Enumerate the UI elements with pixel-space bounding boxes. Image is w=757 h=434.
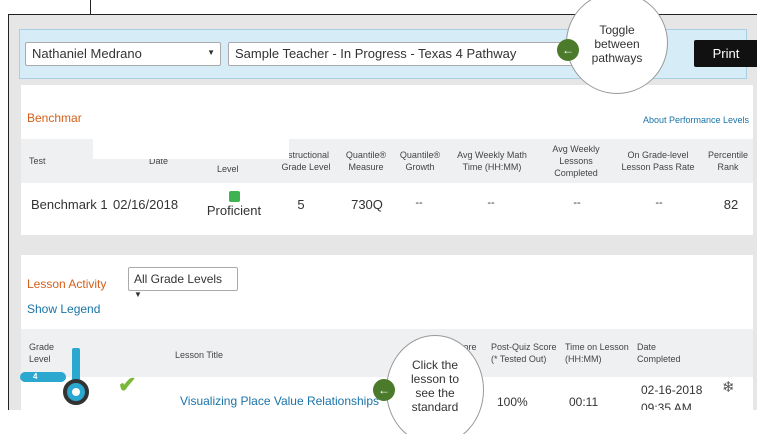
callout-toggle-line1: Toggle — [599, 23, 635, 37]
grade-level-marker-circle — [63, 379, 89, 405]
chevron-down-icon: ▼ — [207, 48, 215, 57]
th-quantile-line1: Quantile® — [345, 150, 387, 160]
grade-level-filter-value: All Grade Levels — [134, 272, 223, 286]
th-lessons-line3: Completed — [554, 168, 598, 178]
th-pass-line2: Lesson Pass Rate — [621, 162, 695, 172]
cell-pass-rate: -- — [655, 197, 663, 209]
cell-date: 02/16/2018 — [113, 197, 179, 212]
redaction-box — [93, 127, 289, 159]
th-avg-weekly-lessons: Avg Weekly Lessons Completed — [541, 143, 611, 179]
cell-test: Benchmark 1 — [31, 197, 108, 212]
th-grade-line2: Level — [29, 354, 51, 364]
th-percentile-rank: Percentile Rank — [705, 149, 751, 173]
th-quantile-measure: Quantile® Measure — [339, 149, 393, 173]
performance-level-indicator — [229, 191, 240, 202]
th-growth-line1: Quantile® — [399, 150, 441, 160]
th-grade-line1: Grade — [29, 342, 55, 352]
grade-level-value: 4 — [33, 372, 38, 381]
callout-lesson-line1: Click the — [411, 358, 458, 372]
th-avg-weekly-math-time: Avg Weekly Math Time (HH:MM) — [449, 149, 535, 173]
th-time-line1: Time on Lesson — [565, 342, 629, 352]
th-time-line2: (HH:MM) — [565, 354, 602, 364]
grade-level-marker-stem — [72, 348, 80, 382]
student-select-value: Nathaniel Medrano — [32, 46, 142, 61]
th-growth-line2: Growth — [405, 162, 435, 172]
th-math-line2: Time (HH:MM) — [462, 162, 522, 172]
callout-toggle-line3: pathways — [591, 51, 643, 65]
benchmark-title: Benchmar — [27, 111, 82, 125]
th-post-quiz: Post-Quiz Score (* Tested Out) — [491, 341, 557, 365]
th-rank-line1: Percentile — [707, 150, 749, 160]
cell-post-quiz: 100% — [497, 395, 528, 409]
cell-quantile-measure: 730Q — [351, 197, 383, 212]
th-quantile-line2: Measure — [348, 162, 384, 172]
grade-level-filter[interactable]: All Grade Levels ▼ — [128, 267, 238, 299]
th-math-line1: Avg Weekly Math — [457, 150, 527, 160]
click-lesson-callout: Click the lesson to see the standard — [386, 335, 484, 434]
check-icon: ✔ — [118, 372, 137, 397]
th-date-line2: Completed — [637, 354, 681, 364]
cell-lessons-completed: -- — [573, 197, 581, 209]
lesson-title-link[interactable]: Visualizing Place Value Relationships — [180, 394, 379, 408]
th-instructional-line2: Grade Level — [281, 162, 331, 172]
cell-date-completed: 02-16-2018 09:35 AM — [641, 383, 702, 410]
cell-percentile-rank: 82 — [723, 197, 739, 212]
show-legend-link[interactable]: Show Legend — [27, 302, 100, 316]
left-arrow-icon: ← — [557, 39, 579, 61]
lesson-activity-title: Lesson Activity — [27, 277, 107, 291]
th-time-on-lesson: Time on Lesson (HH:MM) — [565, 341, 629, 365]
frame-edge-line — [90, 0, 91, 14]
cell-date-line2: 09:35 AM — [641, 401, 692, 410]
th-rank-line2: Rank — [717, 162, 739, 172]
th-lesson-title: Lesson Title — [175, 350, 224, 360]
th-lessons-line1: Avg Weekly — [552, 144, 600, 154]
cell-math-time: -- — [487, 197, 495, 209]
award-icon[interactable]: ❄ — [722, 378, 735, 396]
th-date-line1: Date — [637, 342, 657, 352]
th-lessons-line2: Lessons — [559, 156, 593, 166]
callout-lesson-line2: lesson to — [410, 372, 460, 386]
cell-time-on-lesson: 00:11 — [569, 395, 599, 409]
callout-lesson-line3: see the — [415, 386, 455, 400]
th-date-completed: Date Completed — [637, 341, 681, 365]
pathway-select[interactable]: Sample Teacher - In Progress - Texas 4 P… — [228, 42, 588, 66]
pathway-select-value: Sample Teacher - In Progress - Texas 4 P… — [235, 46, 517, 61]
th-post-line1: Post-Quiz Score — [491, 342, 557, 352]
cell-instructional-grade: 5 — [297, 197, 305, 212]
grade-level-bar — [20, 372, 66, 382]
left-arrow-icon: ← — [373, 379, 395, 401]
th-level: Level — [217, 164, 239, 174]
student-select[interactable]: Nathaniel Medrano ▼ — [25, 42, 221, 66]
th-quantile-growth: Quantile® Growth — [395, 149, 445, 173]
cell-quantile-growth: -- — [415, 197, 423, 209]
th-pass-line1: On Grade-level — [627, 150, 689, 160]
benchmark-panel: Benchmar About Performance Levels Test D… — [21, 85, 753, 235]
th-grade-level-pass-rate: On Grade-level Lesson Pass Rate — [617, 149, 699, 173]
th-post-line2: (* Tested Out) — [491, 354, 547, 364]
callout-lesson-line4: standard — [411, 400, 459, 414]
cell-date-line1: 02-16-2018 — [641, 383, 703, 397]
chevron-down-icon: ▼ — [134, 290, 142, 299]
print-button[interactable]: Print — [694, 40, 757, 67]
th-test: Test — [29, 156, 46, 166]
about-performance-levels-link[interactable]: About Performance Levels — [643, 115, 749, 125]
th-grade-level: Grade Level — [29, 341, 54, 365]
callout-toggle-line2: between — [594, 37, 640, 51]
cell-level: Proficient — [206, 203, 262, 218]
